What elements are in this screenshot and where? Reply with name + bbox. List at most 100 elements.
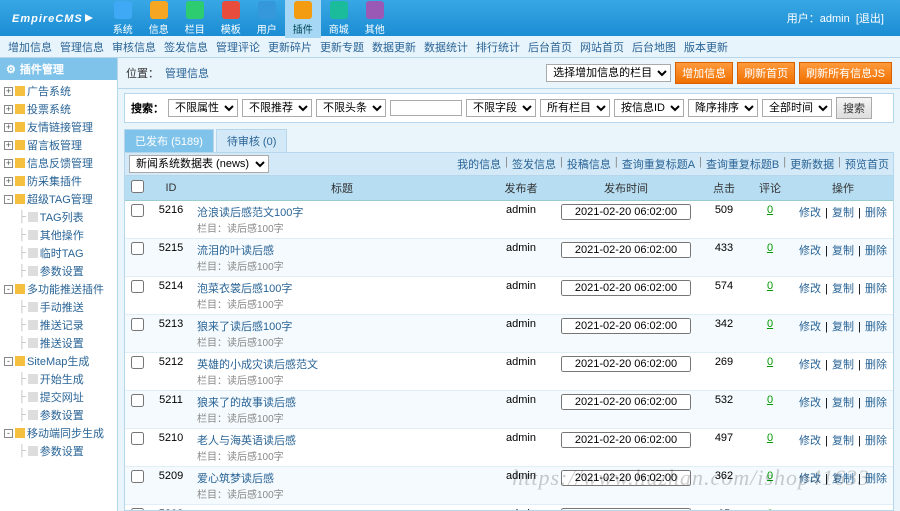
search-attr[interactable]: 不限属性 bbox=[168, 99, 238, 117]
edit-link[interactable]: 修改 bbox=[799, 359, 821, 371]
title-link[interactable]: 爱心筑梦读后感 bbox=[197, 473, 274, 485]
search-head[interactable]: 不限头条 bbox=[316, 99, 386, 117]
del-link[interactable]: 删除 bbox=[865, 435, 887, 447]
time-input[interactable] bbox=[561, 356, 691, 372]
tree-child[interactable]: ├手动推送 bbox=[0, 298, 117, 316]
copy-link[interactable]: 复制 bbox=[832, 245, 854, 257]
tree-child[interactable]: ├其他操作 bbox=[0, 226, 117, 244]
tree-child[interactable]: ├TAG列表 bbox=[0, 208, 117, 226]
tree-toggle-icon[interactable]: + bbox=[4, 141, 13, 150]
del-link[interactable]: 删除 bbox=[865, 359, 887, 371]
row-checkbox[interactable] bbox=[131, 318, 144, 331]
title-link[interactable]: 狼来了的故事读后感 bbox=[197, 397, 296, 409]
search-time[interactable]: 全部时间 bbox=[762, 99, 832, 117]
edit-link[interactable]: 修改 bbox=[799, 435, 821, 447]
meta-link[interactable]: 查询重复标题A bbox=[622, 156, 695, 172]
meta-link[interactable]: 签发信息 bbox=[512, 156, 556, 172]
del-link[interactable]: 删除 bbox=[865, 397, 887, 409]
tree-node[interactable]: -多功能推送插件 bbox=[0, 280, 117, 298]
nav-信息[interactable]: 信息 bbox=[141, 0, 177, 38]
tab-pending[interactable]: 待审核 (0) bbox=[216, 129, 288, 152]
tree-toggle-icon[interactable]: + bbox=[4, 177, 13, 186]
submenu-item[interactable]: 管理信息 bbox=[60, 39, 104, 55]
tree-child[interactable]: ├参数设置 bbox=[0, 442, 117, 460]
tree-node[interactable]: -移动端同步生成 bbox=[0, 424, 117, 442]
search-keyword[interactable] bbox=[390, 100, 462, 116]
tree-toggle-icon[interactable]: - bbox=[4, 195, 13, 204]
row-checkbox[interactable] bbox=[131, 356, 144, 369]
tree-toggle-icon[interactable]: - bbox=[4, 357, 13, 366]
meta-link[interactable]: 查询重复标题B bbox=[706, 156, 779, 172]
search-order[interactable]: 降序排序 bbox=[688, 99, 758, 117]
edit-link[interactable]: 修改 bbox=[799, 397, 821, 409]
edit-link[interactable]: 修改 bbox=[799, 245, 821, 257]
submenu-item[interactable]: 排行统计 bbox=[476, 39, 520, 55]
tree-node[interactable]: +留言板管理 bbox=[0, 136, 117, 154]
nav-插件[interactable]: 插件 bbox=[285, 0, 321, 38]
nav-系统[interactable]: 系统 bbox=[105, 0, 141, 38]
tree-toggle-icon[interactable]: - bbox=[4, 285, 13, 294]
title-link[interactable]: 狼来了读后感100字 bbox=[197, 321, 292, 333]
copy-link[interactable]: 复制 bbox=[832, 397, 854, 409]
nav-用户[interactable]: 用户 bbox=[249, 0, 285, 38]
copy-link[interactable]: 复制 bbox=[832, 359, 854, 371]
submenu-item[interactable]: 数据统计 bbox=[424, 39, 468, 55]
time-input[interactable] bbox=[561, 394, 691, 410]
submenu-item[interactable]: 网站首页 bbox=[580, 39, 624, 55]
tree-node[interactable]: -超级TAG管理 bbox=[0, 190, 117, 208]
submenu-item[interactable]: 后台地图 bbox=[632, 39, 676, 55]
copy-link[interactable]: 复制 bbox=[832, 207, 854, 219]
tree-child[interactable]: ├推送记录 bbox=[0, 316, 117, 334]
submenu-item[interactable]: 更新专题 bbox=[320, 39, 364, 55]
tree-child[interactable]: ├参数设置 bbox=[0, 262, 117, 280]
time-input[interactable] bbox=[561, 318, 691, 334]
copy-link[interactable]: 复制 bbox=[832, 435, 854, 447]
tree-toggle-icon[interactable]: + bbox=[4, 87, 13, 96]
row-checkbox[interactable] bbox=[131, 242, 144, 255]
tree-toggle-icon[interactable]: + bbox=[4, 123, 13, 132]
meta-link[interactable]: 更新数据 bbox=[790, 156, 834, 172]
submenu-item[interactable]: 后台首页 bbox=[528, 39, 572, 55]
edit-link[interactable]: 修改 bbox=[799, 207, 821, 219]
tree-node[interactable]: -SiteMap生成 bbox=[0, 352, 117, 370]
search-col[interactable]: 所有栏目 bbox=[540, 99, 610, 117]
checkbox-all[interactable] bbox=[131, 180, 144, 193]
title-link[interactable]: 泡菜衣裳后感100字 bbox=[197, 283, 292, 295]
edit-link[interactable]: 修改 bbox=[799, 321, 821, 333]
submenu-item[interactable]: 更新碎片 bbox=[268, 39, 312, 55]
tree-node[interactable]: +防采集插件 bbox=[0, 172, 117, 190]
del-link[interactable]: 删除 bbox=[865, 473, 887, 485]
time-input[interactable] bbox=[561, 432, 691, 448]
tree-toggle-icon[interactable]: + bbox=[4, 159, 13, 168]
search-rec[interactable]: 不限推荐 bbox=[242, 99, 312, 117]
row-checkbox[interactable] bbox=[131, 432, 144, 445]
tree-child[interactable]: ├开始生成 bbox=[0, 370, 117, 388]
add-info-button[interactable]: 增加信息 bbox=[675, 62, 733, 84]
meta-link[interactable]: 投稿信息 bbox=[567, 156, 611, 172]
nav-栏目[interactable]: 栏目 bbox=[177, 0, 213, 38]
row-checkbox[interactable] bbox=[131, 394, 144, 407]
add-column-select[interactable]: 选择增加信息的栏目 bbox=[546, 64, 671, 82]
tab-published[interactable]: 已发布 (5189) bbox=[124, 129, 214, 152]
title-link[interactable]: 流泪的叶读后感 bbox=[197, 245, 274, 257]
tree-child[interactable]: ├参数设置 bbox=[0, 406, 117, 424]
copy-link[interactable]: 复制 bbox=[832, 473, 854, 485]
copy-link[interactable]: 复制 bbox=[832, 283, 854, 295]
meta-link[interactable]: 预览首页 bbox=[845, 156, 889, 172]
nav-商城[interactable]: 商城 bbox=[321, 0, 357, 38]
meta-link[interactable]: 我的信息 bbox=[457, 156, 501, 172]
search-button[interactable]: 搜索 bbox=[836, 97, 872, 119]
submenu-item[interactable]: 签发信息 bbox=[164, 39, 208, 55]
tree-node[interactable]: +信息反馈管理 bbox=[0, 154, 117, 172]
copy-link[interactable]: 复制 bbox=[832, 321, 854, 333]
submenu-item[interactable]: 增加信息 bbox=[8, 39, 52, 55]
time-input[interactable] bbox=[561, 470, 691, 486]
tree-toggle-icon[interactable]: + bbox=[4, 105, 13, 114]
nav-其他[interactable]: 其他 bbox=[357, 0, 393, 38]
del-link[interactable]: 删除 bbox=[865, 245, 887, 257]
search-id[interactable]: 按信息ID bbox=[614, 99, 684, 117]
title-link[interactable]: 老人与海英语读后感 bbox=[197, 435, 296, 447]
row-checkbox[interactable] bbox=[131, 280, 144, 293]
edit-link[interactable]: 修改 bbox=[799, 283, 821, 295]
time-input[interactable] bbox=[561, 204, 691, 220]
